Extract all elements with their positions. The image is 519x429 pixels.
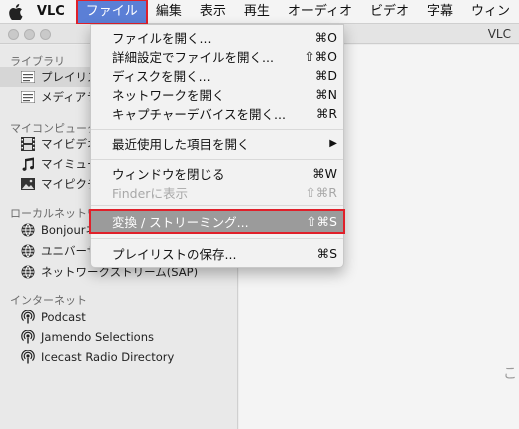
menu-item-shortcut: ⌘S <box>316 246 337 261</box>
sidebar-item-label: Jamendo Selections <box>41 330 154 344</box>
network-icon <box>20 243 36 259</box>
minimize-window-button[interactable] <box>24 29 35 40</box>
picture-icon <box>20 176 36 192</box>
menu-edit[interactable]: 編集 <box>147 0 191 24</box>
menu-item-shortcut: ⌘D <box>314 68 337 83</box>
menu-item-open-advanced[interactable]: 詳細設定でファイルを開く... ⇧⌘O <box>91 47 343 66</box>
menu-item-open-network[interactable]: ネットワークを開く ⌘N <box>91 85 343 104</box>
playlist-icon <box>20 69 36 85</box>
menu-playback[interactable]: 再生 <box>235 0 279 24</box>
menu-item-label: ファイルを開く... <box>112 31 212 46</box>
sidebar-item-label: Icecast Radio Directory <box>41 350 175 364</box>
menu-item-label: プレイリストの保存... <box>112 247 237 262</box>
film-icon <box>20 136 36 152</box>
sidebar-item-my-videos[interactable]: マイビデオ <box>20 134 99 154</box>
podcast-icon <box>20 329 36 345</box>
menu-video[interactable]: ビデオ <box>361 0 418 24</box>
music-note-icon <box>20 156 36 172</box>
menu-item-open-disc[interactable]: ディスクを開く... ⌘D <box>91 66 343 85</box>
menu-item-shortcut: ⌘O <box>314 30 337 45</box>
menu-item-label: 詳細設定でファイルを開く... <box>112 50 274 65</box>
menu-view[interactable]: 表示 <box>191 0 235 24</box>
menu-audio[interactable]: オーディオ <box>279 0 361 24</box>
menu-item-shortcut: ⇧⌘R <box>305 185 337 200</box>
content-hint: こ <box>503 366 517 382</box>
menu-item-shortcut: ⌘N <box>315 87 337 102</box>
menu-item-shortcut: ⇧⌘S <box>306 214 337 229</box>
menu-separator <box>91 205 343 206</box>
file-menu-dropdown: ファイルを開く... ⌘O 詳細設定でファイルを開く... ⇧⌘O ディスクを開… <box>89 24 345 268</box>
close-window-button[interactable] <box>8 29 19 40</box>
menu-item-shortcut: ⌘R <box>315 106 337 121</box>
window-title: VLC <box>487 27 511 41</box>
menu-item-convert-stream[interactable]: 変換 / ストリーミング... ⇧⌘S <box>89 209 345 234</box>
section-title-internet: インターネット <box>10 294 87 307</box>
menu-item-label: ディスクを開く... <box>112 69 211 84</box>
menu-window[interactable]: ウィン <box>462 0 519 24</box>
menu-item-open-file[interactable]: ファイルを開く... ⌘O <box>91 28 343 47</box>
menu-subtitles[interactable]: 字幕 <box>418 0 462 24</box>
menu-item-label: キャプチャーデバイスを開く... <box>112 107 286 122</box>
network-icon <box>20 264 36 280</box>
menu-file[interactable]: ファイル <box>75 0 148 25</box>
menu-item-open-capture[interactable]: キャプチャーデバイスを開く... ⌘R <box>91 104 343 123</box>
menu-vlc[interactable]: VLC <box>33 0 77 24</box>
menu-item-label: 最近使用した項目を開く <box>112 137 250 152</box>
menu-item-shortcut: ⇧⌘O <box>304 49 337 64</box>
podcast-icon <box>20 349 36 365</box>
podcast-icon <box>20 309 36 325</box>
menu-item-open-recent[interactable]: 最近使用した項目を開く ▶ <box>91 134 343 153</box>
sidebar-item-jamendo[interactable]: Jamendo Selections <box>20 327 154 347</box>
apple-logo-icon[interactable] <box>0 0 33 24</box>
menu-item-show-in-finder: Finderに表示 ⇧⌘R <box>91 183 343 202</box>
menu-item-label: 変換 / ストリーミング... <box>112 215 249 230</box>
submenu-arrow-icon: ▶ <box>329 138 337 149</box>
menu-item-close-window[interactable]: ウィンドウを閉じる ⌘W <box>91 164 343 183</box>
menu-item-shortcut: ⌘W <box>312 166 337 181</box>
media-library-icon <box>20 89 36 105</box>
menu-item-label: ウィンドウを閉じる <box>112 167 225 182</box>
menu-separator <box>91 159 343 160</box>
zoom-window-button[interactable] <box>40 29 51 40</box>
menu-item-label: Finderに表示 <box>112 186 188 201</box>
menu-item-save-playlist[interactable]: プレイリストの保存... ⌘S <box>91 244 343 263</box>
network-icon <box>20 222 36 238</box>
sidebar-item-label: Podcast <box>41 310 86 324</box>
sidebar-item-podcast[interactable]: Podcast <box>20 307 86 327</box>
menu-bar: VLC ファイル 編集 表示 再生 オーディオ ビデオ 字幕 ウィン <box>0 0 519 25</box>
menu-separator <box>91 238 343 239</box>
sidebar-item-icecast[interactable]: Icecast Radio Directory <box>20 347 174 367</box>
menu-separator <box>91 129 343 130</box>
menu-item-label: ネットワークを開く <box>112 88 225 103</box>
